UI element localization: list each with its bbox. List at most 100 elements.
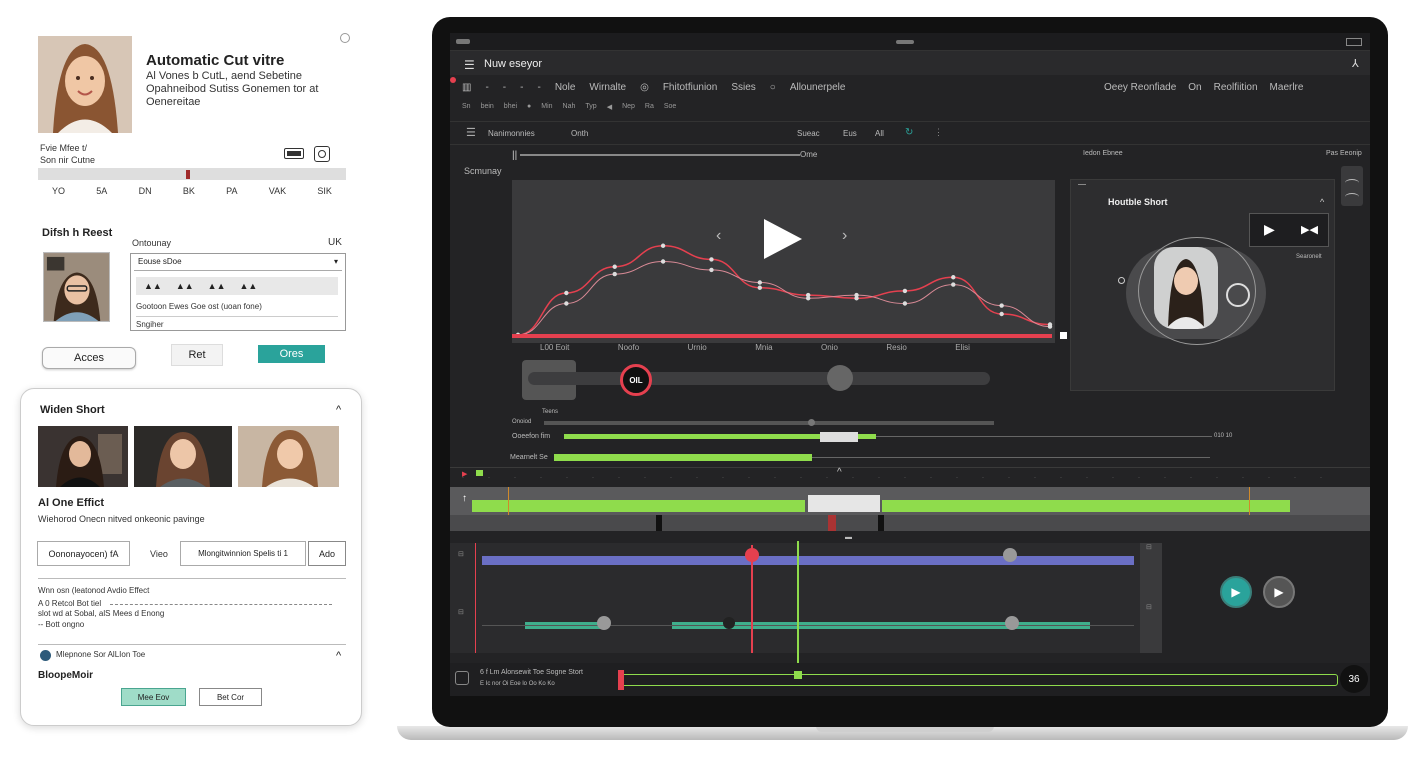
battery-icon[interactable] bbox=[284, 148, 304, 159]
tool-item[interactable]: Soe bbox=[664, 103, 676, 111]
slider-thumb[interactable] bbox=[827, 365, 853, 391]
track-toggle-icon[interactable]: ⊟ bbox=[1146, 603, 1152, 611]
effect-control-2[interactable]: Mlongitwinnion Spelis ti 1 bbox=[180, 541, 306, 566]
primary-button[interactable]: Mee Eov bbox=[121, 688, 186, 706]
tool-item[interactable]: Min bbox=[541, 103, 552, 111]
window-controls[interactable] bbox=[456, 39, 470, 44]
tool-item[interactable]: Typ bbox=[585, 103, 596, 111]
track-toggle-icon[interactable]: ⊟ bbox=[1146, 543, 1152, 551]
chart-baseline[interactable] bbox=[512, 334, 1052, 338]
preset-dropdown[interactable]: Eouse sDoe ▾ bbox=[134, 257, 342, 271]
chevron-left-icon[interactable]: ‹ bbox=[716, 227, 721, 245]
play-icon[interactable] bbox=[764, 219, 802, 259]
chart-point[interactable] bbox=[612, 271, 617, 277]
timeline-icon[interactable] bbox=[455, 671, 469, 685]
chart-point[interactable] bbox=[999, 303, 1004, 308]
hamburger-menu-icon[interactable]: ☰ bbox=[464, 58, 475, 72]
record-knob[interactable]: OIL bbox=[620, 364, 652, 396]
panel-tab[interactable]: Sueac bbox=[797, 129, 820, 138]
slider-dot[interactable] bbox=[808, 419, 815, 426]
chart-point[interactable] bbox=[854, 292, 859, 298]
playback-slider[interactable] bbox=[528, 372, 990, 385]
audio-wave-track[interactable] bbox=[554, 454, 812, 461]
bottom-scrubber-marker[interactable] bbox=[794, 671, 802, 679]
collapse-icon[interactable]: ^ bbox=[336, 404, 341, 416]
chart-point[interactable] bbox=[1047, 324, 1053, 329]
video-thumbnail-3[interactable] bbox=[238, 426, 339, 487]
list-icon[interactable]: ☰ bbox=[466, 126, 476, 139]
arrow-left-icon[interactable]: ◀ bbox=[607, 103, 612, 111]
menu-item[interactable]: Wirnalte bbox=[589, 82, 626, 93]
user-icon[interactable]: ⅄ bbox=[1352, 57, 1359, 70]
mini-timeline-marker[interactable] bbox=[186, 170, 190, 179]
audio-track-blue[interactable] bbox=[482, 556, 1134, 565]
menu-item[interactable]: Allounerpele bbox=[790, 82, 846, 93]
search-icon[interactable]: ◎ bbox=[640, 82, 649, 93]
sub-track-marker[interactable] bbox=[656, 515, 662, 531]
top-scrubber[interactable] bbox=[520, 154, 800, 156]
sub-track-marker[interactable] bbox=[878, 515, 884, 531]
panel-tab[interactable]: Nanimonnies bbox=[488, 129, 535, 138]
tool-item[interactable]: Ra bbox=[645, 103, 654, 111]
tool-item[interactable]: Nah bbox=[563, 103, 576, 111]
chart-point[interactable] bbox=[612, 264, 617, 269]
chart-point[interactable] bbox=[660, 243, 666, 248]
track-toggle-icon[interactable]: ⊟ bbox=[458, 550, 464, 558]
tool-item[interactable]: Nep bbox=[622, 103, 635, 111]
waveform-chart[interactable] bbox=[512, 180, 1055, 343]
pause-icon[interactable]: || bbox=[512, 150, 517, 161]
menu-right-item[interactable]: Oeey Reonfiade bbox=[1104, 82, 1176, 93]
panel-tab[interactable]: Onth bbox=[571, 129, 588, 138]
track-marker-icon[interactable]: ↑ bbox=[462, 493, 467, 504]
track-grabber[interactable]: ▬ bbox=[845, 534, 852, 541]
chart-point[interactable] bbox=[709, 267, 714, 273]
chart-point[interactable] bbox=[805, 296, 811, 301]
chart-point[interactable] bbox=[709, 257, 714, 262]
menu-right-item[interactable]: Reolfiition bbox=[1214, 82, 1258, 93]
chart-point[interactable] bbox=[902, 301, 908, 306]
video-clip-selected[interactable] bbox=[808, 495, 880, 512]
window-resize-icon[interactable] bbox=[1346, 38, 1362, 46]
video-thumbnail-1[interactable] bbox=[38, 426, 128, 487]
green-flag-icon[interactable] bbox=[476, 470, 483, 476]
audio-track-scroll[interactable] bbox=[1140, 543, 1162, 653]
preview-camera-icon[interactable]: ▶◀ bbox=[1301, 223, 1318, 236]
slider-selection[interactable] bbox=[820, 432, 858, 442]
effect-control-1[interactable]: Oononayocen) fA bbox=[37, 541, 130, 566]
video-clip-green[interactable] bbox=[882, 500, 1290, 512]
chart-point[interactable] bbox=[564, 301, 569, 306]
preview-dot[interactable] bbox=[1118, 277, 1125, 284]
audio-keyframe[interactable] bbox=[723, 617, 735, 629]
tool-item[interactable]: bein bbox=[481, 103, 494, 111]
play-secondary-button[interactable]: ▶ bbox=[1263, 576, 1295, 608]
menu-right-item[interactable]: Maerlre bbox=[1270, 82, 1304, 93]
cut-marker[interactable] bbox=[1249, 487, 1250, 515]
audio-keyframe[interactable] bbox=[1003, 548, 1017, 562]
bottom-scrubber[interactable] bbox=[620, 674, 1338, 686]
panel-tab[interactable]: All bbox=[875, 129, 884, 138]
audio-keyframe[interactable] bbox=[1005, 616, 1019, 630]
bottom-scrubber-start[interactable] bbox=[618, 670, 624, 690]
chart-point[interactable] bbox=[757, 280, 763, 285]
refresh-icon[interactable]: ↻ bbox=[905, 127, 913, 138]
menu-item[interactable]: Nole bbox=[555, 82, 576, 93]
collapse-timeline-icon[interactable]: ^ bbox=[837, 467, 842, 478]
secondary-button[interactable]: Bet Cor bbox=[199, 688, 262, 706]
cut-marker[interactable] bbox=[508, 487, 509, 515]
apply-button[interactable]: Ores bbox=[258, 345, 325, 363]
tool-item[interactable]: bhei bbox=[504, 103, 517, 111]
audio-level-row[interactable]: ▲▲ ▲▲ ▲▲ ▲▲ bbox=[136, 277, 338, 295]
mini-timeline[interactable] bbox=[38, 168, 346, 180]
chart-point[interactable] bbox=[951, 275, 956, 280]
preview-circle[interactable] bbox=[1226, 283, 1250, 307]
chart-point[interactable] bbox=[564, 290, 569, 296]
playhead-green[interactable] bbox=[797, 541, 799, 679]
menu-right-item[interactable]: On bbox=[1188, 82, 1201, 93]
slider-track-rest[interactable] bbox=[876, 436, 1212, 437]
preview-play-icon[interactable]: ▶ bbox=[1264, 221, 1275, 238]
chart-point[interactable] bbox=[999, 311, 1004, 317]
dot-icon[interactable]: ● bbox=[527, 103, 531, 111]
reset-button[interactable]: Ret bbox=[171, 344, 223, 366]
menu-item[interactable]: Ssies bbox=[731, 82, 755, 93]
collapse-icon[interactable]: ^ bbox=[1320, 197, 1324, 207]
